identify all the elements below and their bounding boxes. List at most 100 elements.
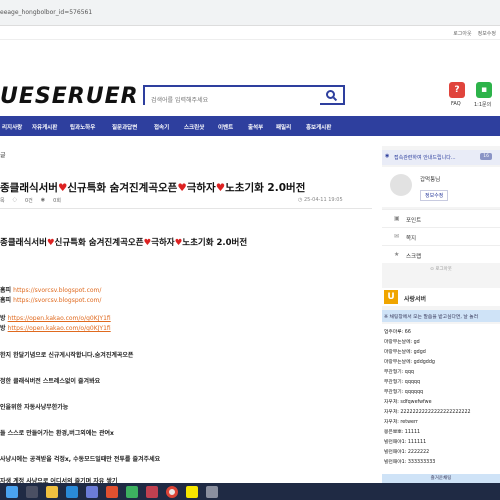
- nav-item-3[interactable]: 팁과노하우: [70, 116, 112, 136]
- homepage-link[interactable]: https://svorcsv.blogspot.com/: [13, 287, 101, 294]
- body-title: 종클래식서버♥신규특화 숨겨진계곡오픈♥극하자♥노초기화 2.0버전: [0, 238, 248, 248]
- chat-message: 자우쳐: retwerr: [384, 420, 418, 425]
- avatar: [390, 174, 412, 196]
- chat-banner: ※ 채팅창에서 모는 말씀을 받고싶다면, 날 놀러: [382, 310, 500, 322]
- body-line: 사냥시에는 공격받을 걱정x, 수동모드일때만 전투를 즐겨주세요: [0, 456, 161, 463]
- nav-item-4[interactable]: 질문과답변: [112, 116, 154, 136]
- post-meta: 목 ◌ 0건 ◉ 0회: [0, 197, 61, 204]
- chat-message: 빌런패야1: 2222222: [384, 450, 430, 455]
- notice-bar[interactable]: ◉ 접속관련하여 안내드립니다... 16: [382, 150, 500, 165]
- url-text[interactable]: eeage_hongbolbor_id=576561: [0, 9, 92, 16]
- heart-icon: ♥: [57, 182, 68, 194]
- chat-header: 사랑서버: [382, 288, 500, 306]
- body-line: 한지 한달기념으로 신규게시작합니다.숨겨진계곡오픈: [0, 352, 134, 359]
- edge-icon[interactable]: [66, 485, 78, 498]
- sidebar-logout[interactable]: ⊙ 로그아웃: [382, 266, 500, 272]
- nav-item-5[interactable]: 접속기: [154, 116, 184, 136]
- star-icon: ★: [394, 251, 400, 258]
- sidebar-item-points[interactable]: ▣ 포인트: [382, 209, 500, 227]
- homepage-line-2: 홈피 https://svorcsv.blogspot.com/: [0, 297, 102, 304]
- chat-message: 자우쳐: sdfqwefwfwe: [384, 400, 432, 405]
- faq-label[interactable]: FAQ: [451, 101, 461, 107]
- kakao-link[interactable]: https://open.kakao.com/o/g0KJY1fi: [8, 315, 111, 322]
- nav-item-1[interactable]: 리지사랑: [2, 116, 32, 136]
- chat-message: 자우쳐: 22222222222222222222222: [384, 410, 471, 415]
- store-icon[interactable]: [86, 485, 98, 498]
- nav-item-7[interactable]: 이벤트: [218, 116, 248, 136]
- comment-icon: ◌: [12, 197, 17, 203]
- edit-info-link[interactable]: 정보수정: [478, 30, 496, 37]
- search-box[interactable]: [143, 85, 345, 109]
- nav-item-10[interactable]: 홍보게시판: [306, 116, 348, 136]
- app2-icon[interactable]: [126, 485, 138, 498]
- top-strip: 로그아웃 정보수정: [0, 26, 500, 40]
- meta-comments: 0건: [24, 198, 33, 204]
- chat-logo-icon: U: [384, 290, 398, 304]
- search-icon[interactable]: [26, 485, 38, 498]
- body-line: 들 스스로 만들어가는 환경,버그외에는 관여x: [0, 430, 114, 437]
- page-title: 종클래식서버♥신규특화 숨겨진계곡오픈♥극하자♥노초기화 2.0버전: [0, 180, 305, 195]
- search-icon[interactable]: [326, 90, 335, 99]
- site-logo[interactable]: UESERUER: [0, 84, 139, 109]
- eye-icon: ◉: [40, 197, 46, 203]
- nav-item-6[interactable]: 스크린샷: [184, 116, 218, 136]
- profile-name: 갑먹퉁님: [420, 177, 441, 183]
- kakao-link[interactable]: https://open.kakao.com/o/g0KJY1fi: [8, 325, 111, 332]
- explorer-icon[interactable]: [46, 485, 58, 498]
- logout-link[interactable]: 로그아웃: [453, 30, 471, 37]
- sidebar-item-scrap[interactable]: ★ 스크랩: [382, 245, 500, 263]
- chat-message: 마랑부는날에: gddgddg: [384, 360, 435, 365]
- kakao-line-1: 방 https://open.kakao.com/o/g0KJY1fi: [0, 315, 111, 322]
- meta-views: 0회: [53, 198, 61, 204]
- chat-message: 부관형기: qqqqq: [384, 380, 421, 385]
- chat-input-bar[interactable]: 즐거운채팅: [382, 474, 500, 483]
- chat-message: 마랑부는날에: gd: [384, 340, 420, 345]
- chat-message: 마랑부는날에: gdgd: [384, 350, 426, 355]
- homepage-link[interactable]: https://svorcsv.blogspot.com/: [13, 297, 101, 304]
- app-icon[interactable]: [106, 485, 118, 498]
- chat-message: 업주마루: 66: [384, 330, 411, 335]
- heart-icon: ♥: [177, 182, 187, 194]
- taskbar: [0, 483, 500, 500]
- chat-message: 부관형기: qqq: [384, 370, 414, 375]
- homepage-line-1: 홈피 https://svorcsv.blogspot.com/: [0, 287, 102, 294]
- main-nav: 리지사랑 자유게시판 팁과노하우 질문과답변 접속기 스크린샷 이벤트 출석부 …: [0, 116, 382, 136]
- nav-item-9[interactable]: 패밀리: [276, 116, 306, 136]
- sidebar-item-memo[interactable]: ✉ 쪽지: [382, 227, 500, 245]
- post-date: ◷ 25-04-11 19:05: [298, 197, 343, 203]
- chat-message: 부관형기: qqqqqq: [384, 390, 424, 395]
- support-label[interactable]: 1:1문의: [474, 101, 491, 108]
- heart-icon: ♥: [46, 238, 55, 248]
- profile-edit-button[interactable]: 정보수정: [420, 190, 449, 201]
- meta-author: 목: [0, 198, 5, 204]
- nav-item-2[interactable]: 자유게시판: [32, 116, 70, 136]
- title-part-3: 극하자: [186, 182, 216, 194]
- faq-icon[interactable]: ?: [449, 82, 465, 98]
- browser-url-bar[interactable]: eeage_hongbolbor_id=576561: [0, 0, 500, 26]
- body-line: 정한 클래식버전 스트레스없이 즐겨봐요: [0, 378, 101, 385]
- kakao-icon[interactable]: [186, 485, 198, 498]
- title-part-4: 노초기화 2.0버전: [225, 182, 306, 194]
- notice-badge: 16: [480, 153, 492, 160]
- points-icon: ▣: [394, 215, 400, 222]
- body-line: 인을위한 자동사냥무한가능: [0, 404, 69, 411]
- app3-icon[interactable]: [146, 485, 158, 498]
- notice-text[interactable]: 접속관련하여 안내드립니다...: [394, 155, 456, 161]
- chat-bubble-icon[interactable]: ▪: [476, 82, 492, 98]
- windows-icon[interactable]: [6, 485, 18, 498]
- clock-icon: ◷: [298, 197, 303, 203]
- mail-icon: ✉: [394, 233, 400, 240]
- chat-title: 사랑서버: [404, 296, 427, 303]
- chat-message: 몽은뽀뽀: 11111: [384, 430, 421, 435]
- kakao-line-2: 방 https://open.kakao.com/o/g0KJY1fi: [0, 325, 111, 332]
- app4-icon[interactable]: [206, 485, 218, 498]
- chat-message: 빌런패야1: 111111: [384, 440, 427, 445]
- heart-icon: ♥: [215, 182, 226, 194]
- title-part-2: 신규특화 숨겨진계곡오픈: [67, 182, 178, 194]
- nav-item-8[interactable]: 출석부: [248, 116, 276, 136]
- title-part-1: 종클래식서버: [0, 182, 58, 194]
- search-input[interactable]: [145, 92, 320, 109]
- chrome-icon[interactable]: [166, 485, 178, 498]
- divider: [0, 208, 372, 209]
- breadcrumb: 글: [0, 152, 6, 159]
